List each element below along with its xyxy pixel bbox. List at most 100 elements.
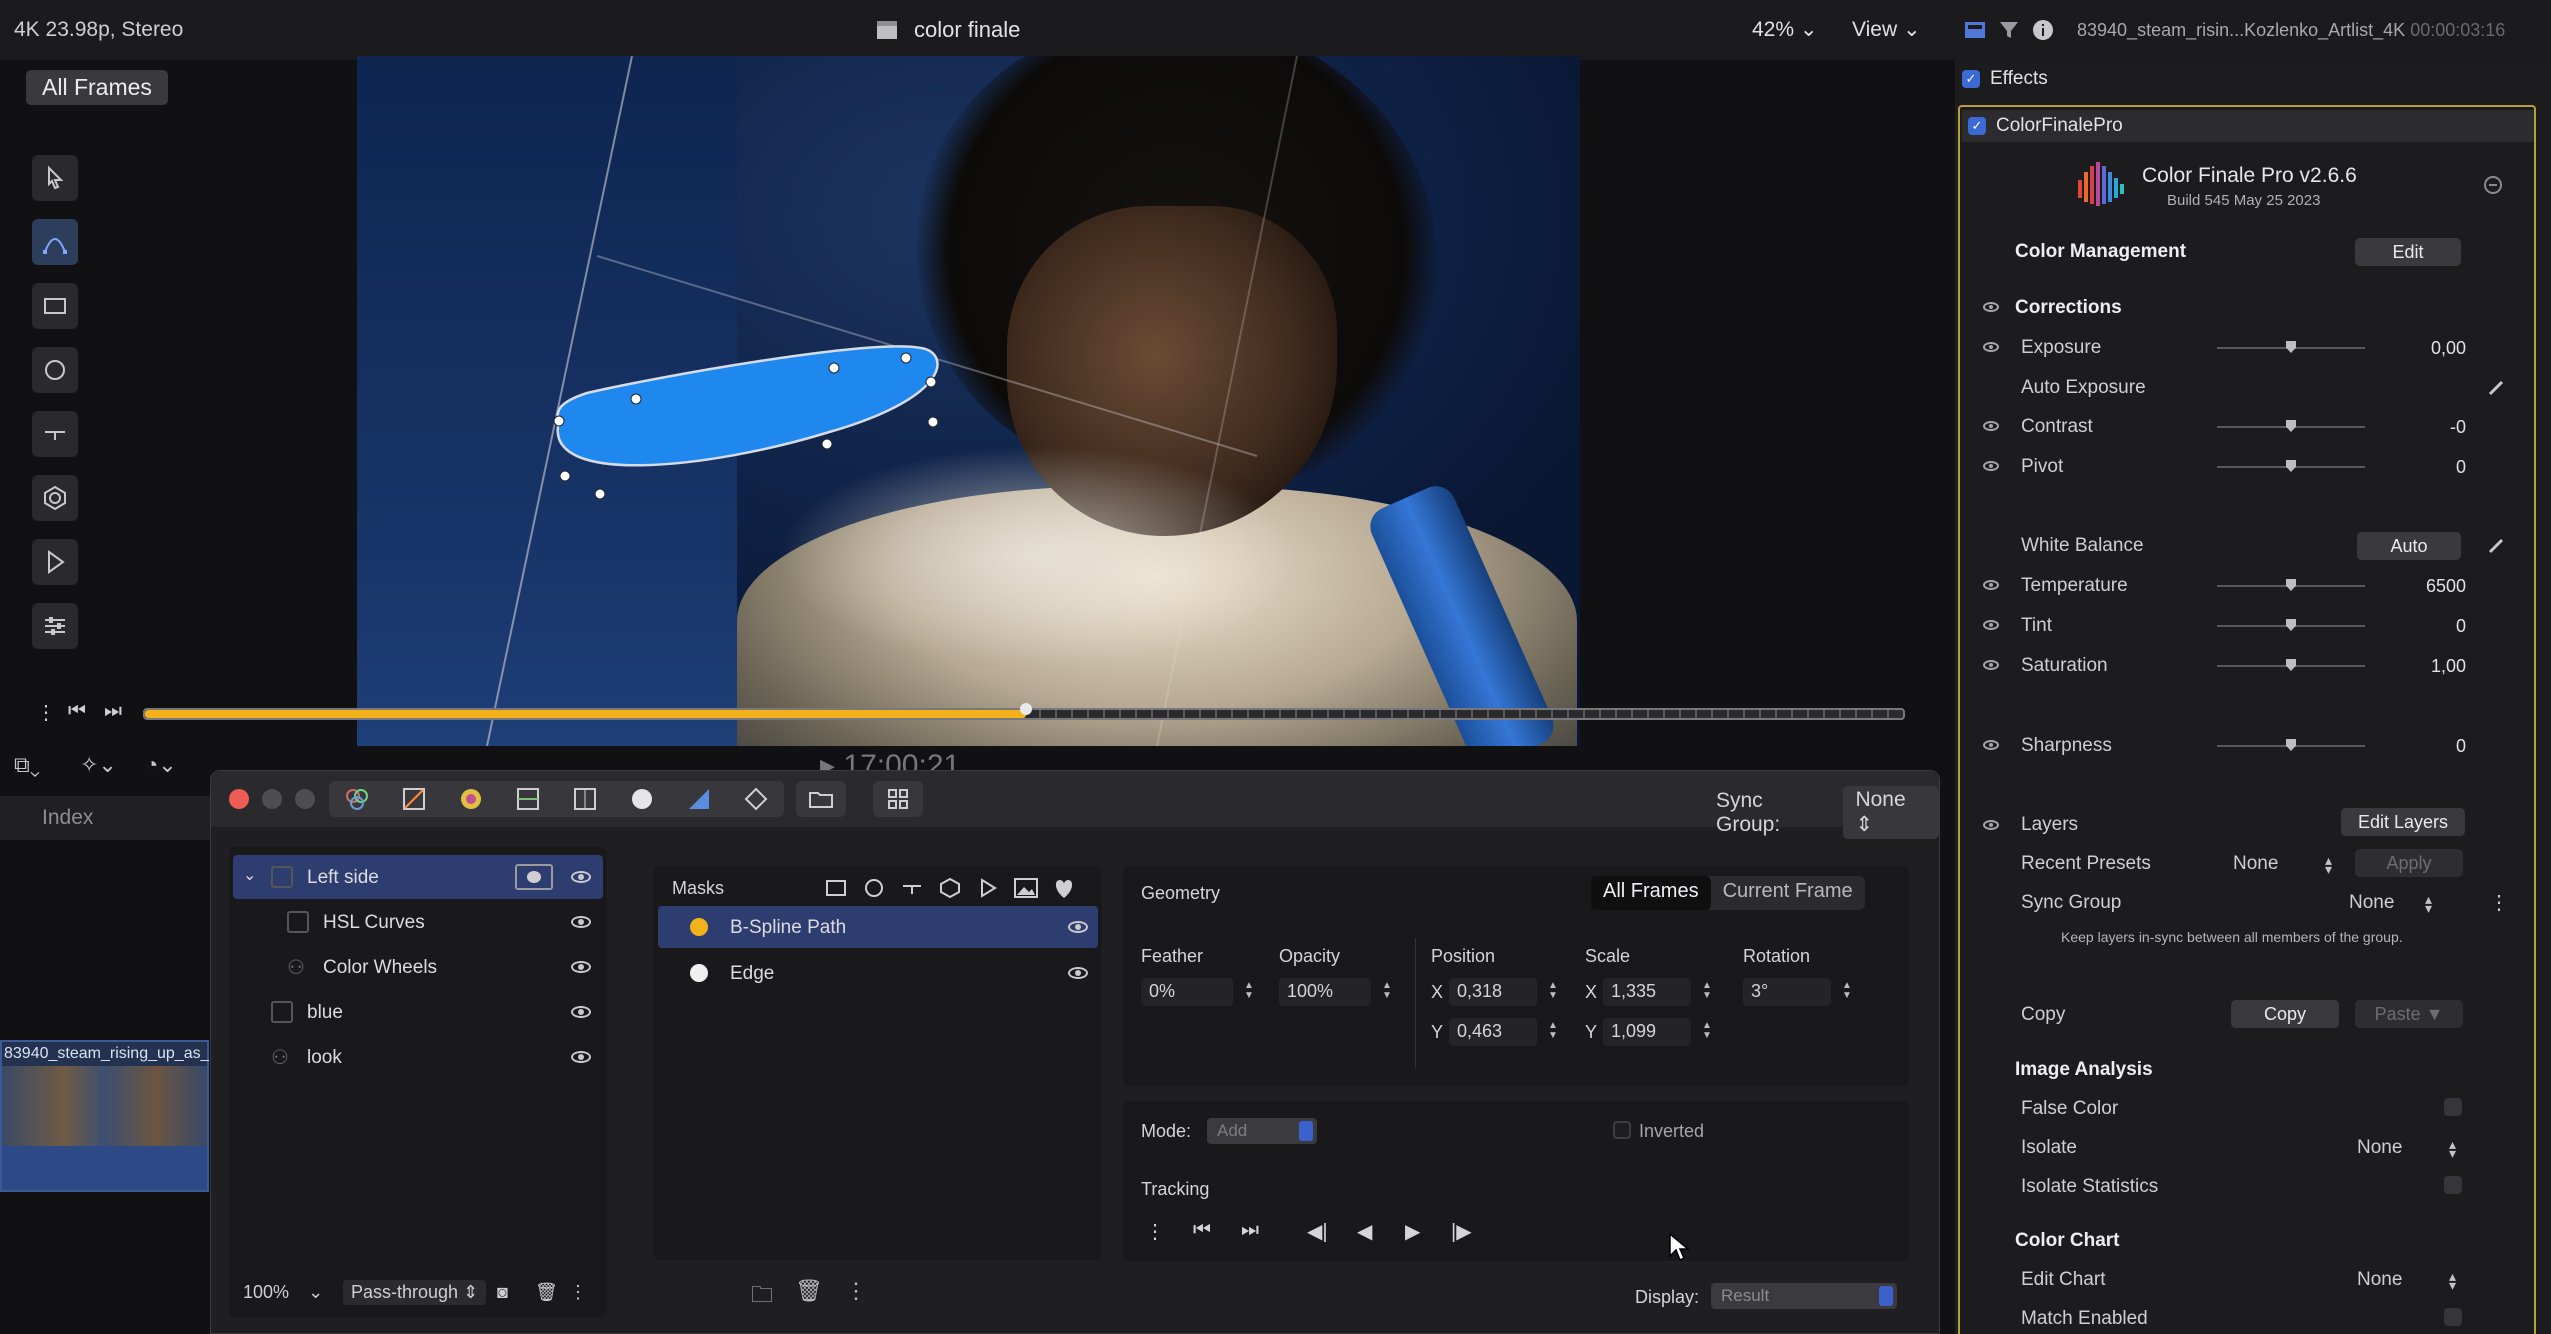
track-back-one-icon[interactable]: ◀	[1357, 1219, 1372, 1244]
track-to-start-icon[interactable]: ⏮	[1193, 1219, 1211, 1242]
temperature-eye-icon[interactable]	[1983, 580, 1999, 590]
feather-field[interactable]: 0%	[1141, 978, 1233, 1006]
pen-tool[interactable]	[32, 539, 78, 585]
visibility-eye-icon[interactable]	[571, 871, 591, 883]
video-inspector-icon[interactable]	[1963, 18, 1987, 42]
paste-button[interactable]: Paste ▼	[2355, 1000, 2463, 1028]
sharpness-eye-icon[interactable]	[1983, 740, 1999, 750]
sharpness-slider[interactable]	[2217, 739, 2365, 751]
corrections-eye-icon[interactable]	[1983, 302, 1999, 312]
temperature-slider[interactable]	[2217, 579, 2365, 591]
window-titlebar[interactable]: Sync Group: None ⇕	[211, 771, 1939, 839]
temperature-value[interactable]: 6500	[2386, 576, 2466, 597]
track-forward-one-icon[interactable]: ▶	[1405, 1219, 1420, 1244]
go-to-start-icon[interactable]: ⏮	[68, 700, 86, 723]
layer-row-hsl-curves[interactable]: HSL Curves	[233, 900, 603, 944]
video-frame[interactable]	[357, 56, 1580, 746]
position-x-field[interactable]: 0,318	[1449, 978, 1537, 1006]
position-y-stepper[interactable]: ▲ ▼	[1547, 1021, 1559, 1043]
timeline-clip[interactable]: 83940_steam_rising_up_as_	[0, 1040, 209, 1192]
clip-appearance-icon[interactable]: ⧉⌄	[14, 752, 40, 778]
layer-row-look[interactable]: ⚇ look	[233, 1035, 603, 1079]
contrast-slider[interactable]	[2217, 420, 2365, 432]
layer-row-color-wheels[interactable]: ⚇ Color Wheels	[233, 945, 603, 989]
minimize-button[interactable]	[262, 789, 282, 809]
magic-wand-icon[interactable]: ✧⌄	[80, 752, 117, 778]
playhead-scrubber[interactable]: ⋮ ⏮ ⏭	[0, 690, 1955, 734]
copy-button[interactable]: Copy	[2231, 1000, 2339, 1028]
bspline-mask-shape[interactable]	[556, 345, 939, 467]
sharpness-value[interactable]: 0	[2386, 736, 2466, 757]
rotation-stepper[interactable]: ▲ ▼	[1841, 981, 1853, 1003]
saturation-eye-icon[interactable]	[1983, 660, 1999, 670]
sync-group-popup[interactable]: None ⇕	[1843, 786, 1939, 839]
layer-row-left-side[interactable]: ⌄ Left side	[233, 855, 603, 899]
mask-toggle-icon[interactable]	[515, 864, 553, 890]
mask-row-bspline[interactable]: B-Spline Path	[658, 906, 1098, 948]
mask-row-edge[interactable]: Edge	[658, 952, 1098, 994]
close-button[interactable]	[229, 789, 249, 809]
exposure-slider[interactable]	[2217, 341, 2365, 353]
speed-icon[interactable]: ◔⌄	[145, 752, 177, 778]
exposure-value[interactable]: 0,00	[2386, 338, 2466, 359]
exposure-eye-icon[interactable]	[1983, 342, 1999, 352]
more-options-icon[interactable]: ⋮	[569, 1282, 587, 1303]
tracking-menu-icon[interactable]: ⋮	[1145, 1219, 1165, 1244]
polygon-tool[interactable]	[32, 475, 78, 521]
plugin-enable-checkbox[interactable]: ✓	[1968, 117, 1986, 135]
folder-icon[interactable]: 🗀	[751, 1278, 773, 1316]
false-color-checkbox[interactable]	[2444, 1098, 2462, 1116]
tint-slider[interactable]	[2217, 619, 2365, 631]
scrubber-menu-icon[interactable]: ⋮	[36, 700, 56, 725]
rectangle-tool[interactable]	[32, 283, 78, 329]
gradient-mask-icon[interactable]	[900, 876, 924, 900]
visibility-eye-icon[interactable]	[571, 1006, 591, 1018]
isolate-statistics-checkbox[interactable]	[2444, 1176, 2462, 1194]
grid-view-button[interactable]	[873, 781, 923, 817]
white-balance-auto-button[interactable]: Auto	[2357, 532, 2461, 560]
ellipse-tool[interactable]	[32, 347, 78, 393]
timeline-index-tab[interactable]: Index	[0, 796, 215, 840]
match-enabled-checkbox[interactable]	[2444, 1308, 2462, 1326]
grid-curves-icon[interactable]	[572, 786, 598, 812]
pivot-value[interactable]: 0	[2386, 457, 2466, 478]
scale-y-field[interactable]: 1,099	[1603, 1018, 1691, 1046]
adjustments-tool[interactable]	[32, 603, 78, 649]
recent-presets-popup[interactable]: None ▴ ▾	[2233, 853, 2332, 876]
layer-opacity-popup[interactable]: 100% ⌄	[243, 1282, 323, 1303]
visibility-eye-icon[interactable]	[571, 916, 591, 928]
plugin-header[interactable]: ✓ ColorFinalePro	[1962, 110, 2534, 142]
apply-preset-button[interactable]: Apply	[2355, 849, 2463, 877]
bspline-tool[interactable]	[32, 219, 78, 265]
effects-checkbox[interactable]: ✓	[1962, 70, 1980, 88]
scale-x-field[interactable]: 1,335	[1603, 978, 1691, 1006]
lut-icon[interactable]	[629, 786, 655, 812]
position-x-stepper[interactable]: ▲ ▼	[1547, 981, 1559, 1003]
select-tool[interactable]	[32, 155, 78, 201]
film-icon[interactable]	[743, 786, 769, 812]
visibility-eye-icon[interactable]	[1068, 967, 1088, 979]
visibility-eye-icon[interactable]	[571, 961, 591, 973]
info-icon[interactable]	[2031, 18, 2055, 42]
display-popup[interactable]: Result	[1711, 1283, 1897, 1309]
mask-color-dot[interactable]	[690, 964, 708, 982]
layer-mask-icon[interactable]: ◙	[497, 1282, 508, 1303]
track-backward-icon[interactable]: ◀|	[1307, 1219, 1328, 1244]
opacity-field[interactable]: 100%	[1279, 978, 1371, 1006]
sync-more-icon[interactable]: ⋮	[2489, 890, 2509, 915]
pivot-slider[interactable]	[2217, 460, 2365, 472]
edit-chart-popup[interactable]: None ▴ ▾	[2357, 1269, 2456, 1292]
scrubber-handle[interactable]	[1020, 703, 1032, 715]
effects-row[interactable]: ✓ Effects	[1962, 68, 2048, 90]
opacity-stepper[interactable]: ▲ ▼	[1381, 981, 1393, 1003]
position-y-field[interactable]: 0,463	[1449, 1018, 1537, 1046]
go-to-end-icon[interactable]: ⏭	[104, 700, 122, 723]
view-menu[interactable]: View ⌄	[1852, 17, 1921, 42]
trash-icon[interactable]: 🗑	[535, 1282, 558, 1303]
eyedropper-icon[interactable]	[2488, 378, 2506, 396]
scale-y-stepper[interactable]: ▲ ▼	[1701, 1021, 1713, 1043]
more-options-icon[interactable]: ⋮	[845, 1278, 867, 1316]
layers-eye-icon[interactable]	[1983, 820, 1999, 830]
track-forward-icon[interactable]: |▶	[1451, 1219, 1472, 1244]
eyedropper-icon[interactable]	[2488, 536, 2506, 554]
